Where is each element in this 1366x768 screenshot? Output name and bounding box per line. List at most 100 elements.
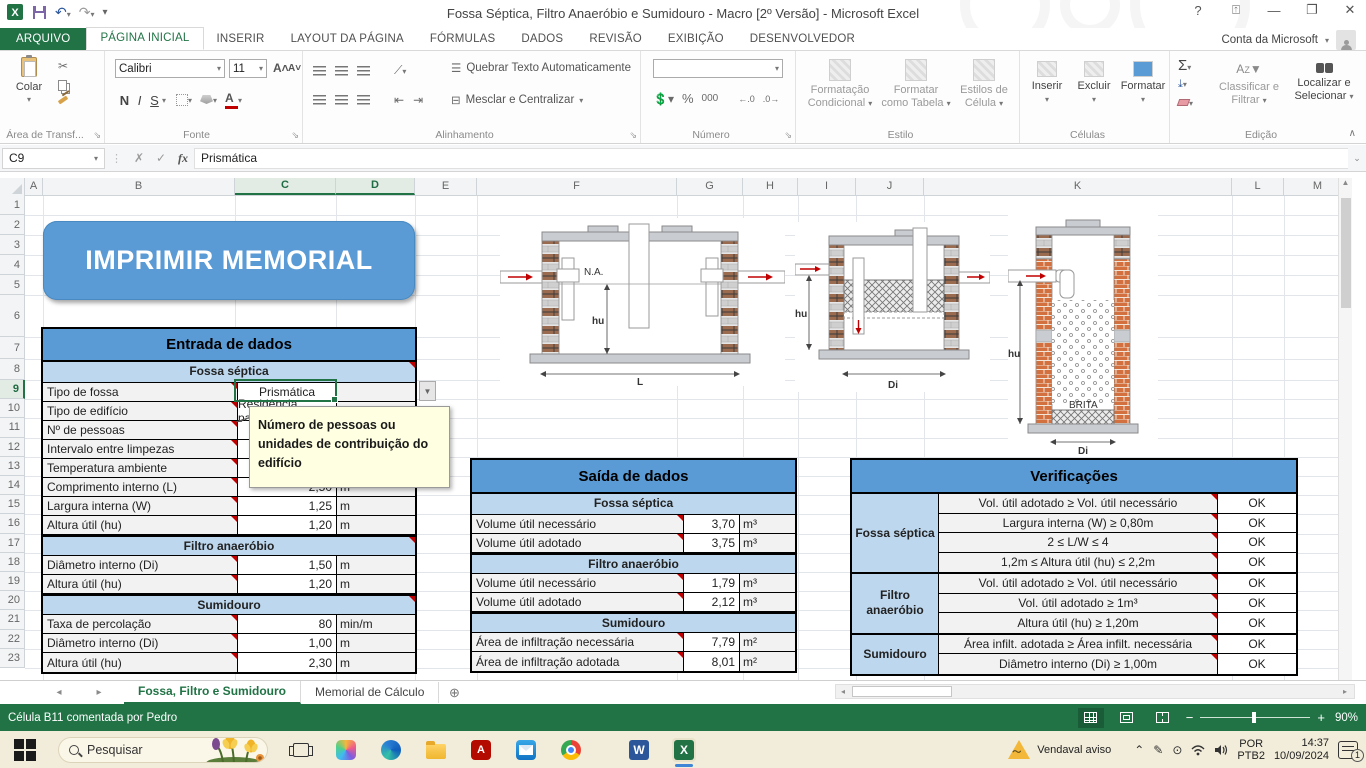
row-header-6[interactable]: 6 (0, 295, 25, 337)
orientation-icon[interactable]: ⟋▾ (394, 63, 406, 78)
row-header-10[interactable]: 10 (0, 399, 25, 419)
paste-button[interactable]: Colar ▾ (8, 55, 50, 105)
row-header-19[interactable]: 19 (0, 572, 25, 592)
font-color-dropdown-icon[interactable]: ▾ (238, 96, 242, 105)
excel-taskbar-icon[interactable]: X (672, 737, 696, 767)
increase-font-icon[interactable]: A˄ (273, 61, 289, 75)
entrada-row-label[interactable]: Altura útil (hu) (43, 516, 238, 534)
wifi-icon[interactable] (1191, 744, 1205, 756)
saida-row-label[interactable]: Área de infiltração adotada (472, 652, 684, 671)
increase-indent-icon[interactable]: ⇥ (413, 93, 423, 107)
saida-row-label[interactable]: Volume útil adotado (472, 534, 684, 552)
pen-icon[interactable]: ✎ (1153, 743, 1163, 757)
row-header-18[interactable]: 18 (0, 552, 25, 572)
row-header-23[interactable]: 23 (0, 648, 25, 668)
saida-row-label[interactable]: Volume útil adotado (472, 593, 684, 611)
conditional-formatting-button[interactable]: Formatação Condicional ▾ (802, 59, 878, 110)
decrease-indent-icon[interactable]: ⇤ (394, 93, 404, 107)
align-bottom-icon[interactable] (357, 65, 370, 76)
verificacoes-condition[interactable]: Vol. útil adotado ≥ Vol. útil necessário (939, 574, 1218, 593)
normal-view-icon[interactable] (1077, 707, 1104, 728)
select-all-corner[interactable] (0, 178, 25, 196)
entrada-row-label[interactable]: Largura interna (W) (43, 497, 238, 515)
verificacoes-condition[interactable]: 1,2m ≤ Altura útil (hu) ≤ 2,2m (939, 552, 1218, 572)
verificacoes-condition[interactable]: 2 ≤ L/W ≤ 4 (939, 533, 1218, 552)
collapse-ribbon-icon[interactable]: ∧ (1349, 128, 1356, 139)
word-icon[interactable]: W (627, 738, 651, 762)
chrome-icon[interactable] (559, 738, 583, 762)
imprimir-memorial-button[interactable]: IMPRIMIR MEMORIAL (43, 221, 415, 300)
clock[interactable]: 14:37 10/09/2024 (1274, 737, 1329, 763)
column-header-J[interactable]: J (856, 178, 924, 195)
avatar[interactable] (1336, 30, 1356, 50)
minimize-button[interactable]: — (1262, 3, 1286, 18)
align-left-icon[interactable] (313, 95, 326, 105)
borders-icon[interactable] (176, 94, 189, 106)
entrada-row-label[interactable]: Nº de pessoas (43, 421, 238, 439)
dialog-launcher-icon[interactable]: ⇘ (93, 130, 101, 141)
task-view-icon[interactable] (289, 738, 313, 762)
entrada-row-value[interactable]: 2,30 (238, 653, 337, 672)
row-header-11[interactable]: 11 (0, 418, 25, 438)
format-as-table-button[interactable]: Formatar como Tabela ▾ (880, 59, 952, 110)
decrease-decimal-icon[interactable]: .0→ (763, 94, 780, 104)
insert-cells-button[interactable]: Inserir ▾ (1025, 61, 1069, 106)
mail-icon[interactable] (514, 738, 538, 762)
currency-format-icon[interactable]: 💲▾ (653, 92, 674, 106)
entrada-row-label[interactable]: Intervalo entre limpezas (43, 440, 238, 458)
saida-row-value[interactable]: 2,12 (684, 593, 740, 611)
tab-inserir[interactable]: INSERIR (204, 29, 278, 50)
acrobat-icon[interactable]: A (469, 738, 493, 762)
weather-widget[interactable]: Vendaval aviso (1008, 740, 1111, 759)
cast-icon[interactable]: ⊙ (1172, 743, 1182, 757)
format-cells-button[interactable]: Formatar ▾ (1118, 61, 1168, 106)
percent-format-button[interactable]: % (682, 91, 694, 106)
row-header-14[interactable]: 14 (0, 476, 25, 496)
row-header-9[interactable]: 9 (0, 380, 25, 400)
vertical-scrollbar[interactable]: ▲ (1338, 178, 1352, 680)
column-header-I[interactable]: I (798, 178, 856, 195)
column-header-C[interactable]: C (235, 178, 336, 195)
vertical-scroll-thumb[interactable] (1341, 198, 1351, 308)
close-button[interactable]: ✕ (1338, 2, 1362, 18)
column-header-H[interactable]: H (743, 178, 798, 195)
comma-format-button[interactable]: 000 (702, 93, 719, 104)
tab-exibicao[interactable]: EXIBIÇÃO (655, 29, 737, 50)
verificacoes-condition[interactable]: Altura útil (hu) ≥ 1,20m (939, 613, 1218, 633)
formula-input[interactable]: Prismática (194, 147, 1348, 169)
fill-icon[interactable]: ⤓▾ (1178, 78, 1193, 91)
column-header-A[interactable]: A (25, 178, 43, 195)
row-header-21[interactable]: 21 (0, 610, 25, 630)
dialog-launcher-icon[interactable]: ⇘ (629, 130, 637, 141)
font-size-combo[interactable]: 11 ▾ (229, 59, 267, 78)
entrada-row-label[interactable]: Diâmetro interno (Di) (43, 634, 238, 652)
column-header-G[interactable]: G (677, 178, 743, 195)
entrada-row-label[interactable]: Temperatura ambiente (43, 459, 238, 477)
delete-cells-button[interactable]: Excluir ▾ (1072, 61, 1116, 106)
tab-arquivo[interactable]: ARQUIVO (0, 28, 87, 50)
verificacoes-result[interactable]: OK (1218, 552, 1296, 572)
verificacoes-result[interactable]: OK (1218, 513, 1296, 532)
find-select-button[interactable]: Localizar e Selecionar ▾ (1286, 63, 1362, 103)
entrada-row-value[interactable]: 1,20 (238, 516, 337, 534)
horizontal-scrollbar[interactable]: ◂ ▸ (835, 684, 1355, 699)
tab-dados[interactable]: DADOS (508, 29, 576, 50)
entrada-row-label[interactable]: Tipo de edifício (43, 402, 238, 420)
row-header-4[interactable]: 4 (0, 255, 25, 275)
dialog-launcher-icon[interactable]: ⇘ (291, 130, 299, 141)
align-middle-icon[interactable] (335, 65, 348, 76)
verificacoes-result[interactable]: OK (1218, 494, 1296, 513)
file-explorer-icon[interactable] (424, 738, 448, 762)
saida-row-value[interactable]: 7,79 (684, 633, 740, 651)
borders-dropdown-icon[interactable]: ▾ (188, 96, 192, 105)
format-painter-icon[interactable] (57, 95, 69, 105)
italic-button[interactable]: I (132, 93, 147, 108)
zoom-thumb[interactable] (1252, 712, 1257, 723)
copy-icon[interactable] (58, 80, 67, 91)
column-header-F[interactable]: F (477, 178, 677, 195)
merge-dropdown-icon[interactable]: ▾ (579, 96, 583, 105)
tab-pagina-inicial[interactable]: PÁGINA INICIAL (86, 27, 204, 50)
verificacoes-result[interactable]: OK (1218, 593, 1296, 612)
underline-dropdown-icon[interactable]: ▾ (162, 96, 166, 105)
tab-layout-da-pagina[interactable]: LAYOUT DA PÁGINA (278, 29, 417, 50)
